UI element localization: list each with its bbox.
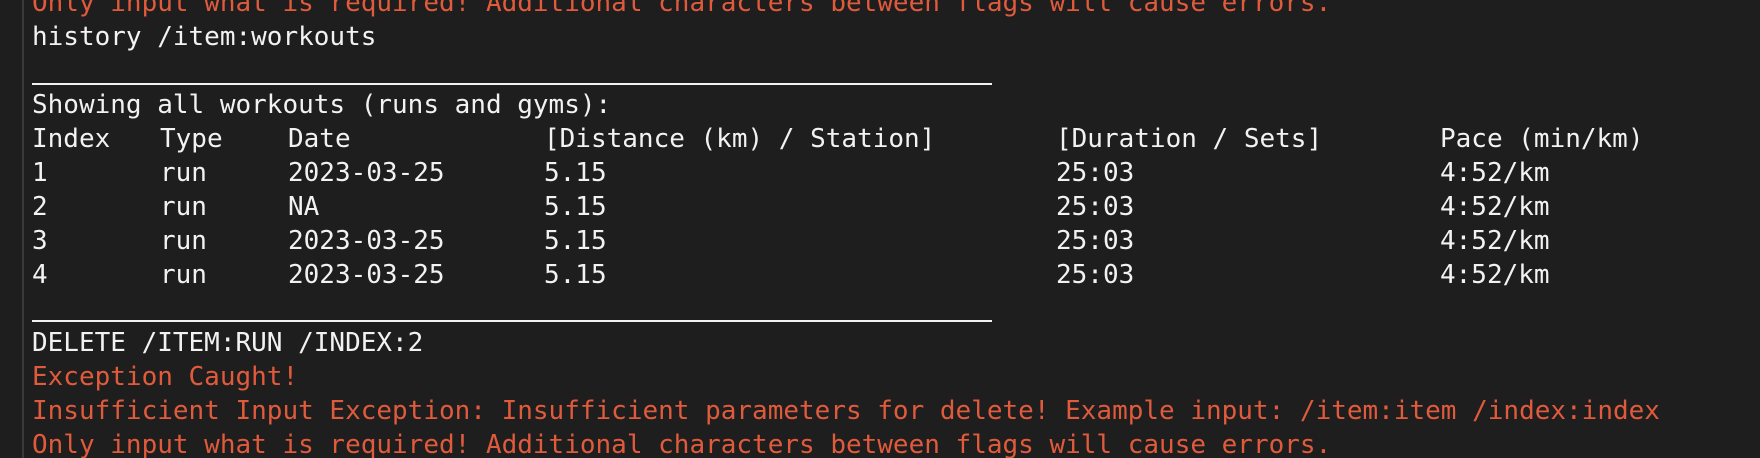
- cell-index: 4: [32, 260, 48, 290]
- table-row: 4 run 2023-03-25 5.15 25:03 4:52/km: [32, 258, 1550, 292]
- table-row: 3 run 2023-03-25 5.15 25:03 4:52/km: [32, 224, 1550, 258]
- cell-type: run: [160, 260, 207, 290]
- exception-caught-line: Exception Caught!: [32, 362, 299, 392]
- cell-date: 2023-03-25: [288, 226, 445, 256]
- separator-rule-bottom: [32, 320, 992, 322]
- cell-type: run: [160, 226, 207, 256]
- table-header-row: Index Type Date [Distance (km) / Station…: [32, 122, 1644, 156]
- separator-rule-top: [32, 83, 992, 85]
- error-line-bottom: Only input what is required! Additional …: [32, 430, 1332, 458]
- table-row: 1 run 2023-03-25 5.15 25:03 4:52/km: [32, 156, 1550, 190]
- cell-pace: 4:52/km: [1440, 260, 1550, 290]
- cell-index: 2: [32, 192, 48, 222]
- cell-distance: 5.15: [544, 260, 607, 290]
- command-delete-line: DELETE /ITEM:RUN /INDEX:2: [32, 328, 424, 358]
- cell-distance: 5.15: [544, 158, 607, 188]
- cell-duration: 25:03: [1056, 260, 1135, 290]
- header-date: Date: [288, 124, 351, 154]
- exception-detail-line: Insufficient Input Exception: Insufficie…: [32, 396, 1660, 426]
- cell-date: 2023-03-25: [288, 158, 445, 188]
- header-type: Type: [160, 124, 223, 154]
- cell-date: 2023-03-25: [288, 260, 445, 290]
- table-row: 2 run NA 5.15 25:03 4:52/km: [32, 190, 1550, 224]
- header-pace: Pace (min/km): [1440, 124, 1644, 154]
- cell-pace: 4:52/km: [1440, 192, 1550, 222]
- error-line-top: Only input what is required! Additional …: [32, 0, 1332, 18]
- cell-duration: 25:03: [1056, 192, 1135, 222]
- cell-duration: 25:03: [1056, 226, 1135, 256]
- terminal-window[interactable]: Only input what is required! Additional …: [0, 0, 1760, 458]
- table-intro-line: Showing all workouts (runs and gyms):: [32, 90, 612, 120]
- header-distance: [Distance (km) / Station]: [544, 124, 936, 154]
- cell-distance: 5.15: [544, 192, 607, 222]
- cell-type: run: [160, 158, 207, 188]
- terminal-left-border: [22, 0, 24, 458]
- header-duration: [Duration / Sets]: [1056, 124, 1323, 154]
- cell-pace: 4:52/km: [1440, 158, 1550, 188]
- cell-index: 3: [32, 226, 48, 256]
- command-history-line: history /item:workouts: [32, 22, 377, 52]
- cell-type: run: [160, 192, 207, 222]
- cell-date: NA: [288, 192, 320, 222]
- cell-distance: 5.15: [544, 226, 607, 256]
- cell-duration: 25:03: [1056, 158, 1135, 188]
- cell-index: 1: [32, 158, 48, 188]
- cell-pace: 4:52/km: [1440, 226, 1550, 256]
- header-index: Index: [32, 124, 111, 154]
